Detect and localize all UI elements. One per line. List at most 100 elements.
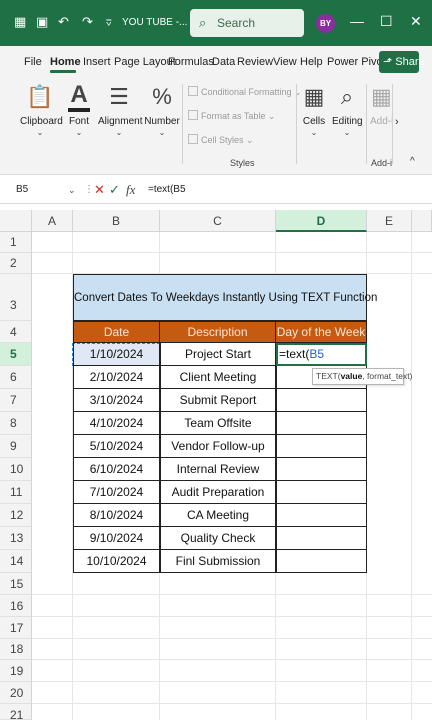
row-header[interactable]: 12 xyxy=(0,504,32,527)
row-header[interactable]: 20 xyxy=(0,682,32,704)
formula-input[interactable]: =text(B5 xyxy=(148,184,186,195)
date-cell[interactable]: 8/10/2024 xyxy=(73,504,160,527)
customize-toolbar-icon[interactable]: ⩢ xyxy=(106,18,111,29)
row-header-active[interactable]: 5 xyxy=(0,343,32,366)
day-cell[interactable] xyxy=(276,412,367,435)
editing-button[interactable]: ⌕ Editing ⌄ xyxy=(332,82,363,137)
name-box[interactable]: B5 xyxy=(16,184,28,195)
enter-icon[interactable]: ✓ xyxy=(109,182,120,198)
undo-icon[interactable]: ↶ xyxy=(58,14,69,30)
active-edit-cell[interactable]: =text(B5 xyxy=(276,343,367,366)
cells-button[interactable]: ▦ Cells ⌄ xyxy=(300,82,328,137)
save-icon[interactable]: ▣ xyxy=(36,14,48,30)
cell-styles-button[interactable]: Cell Styles ⌄ xyxy=(188,134,254,146)
day-cell[interactable] xyxy=(276,550,367,573)
day-cell[interactable] xyxy=(276,435,367,458)
date-cell[interactable]: 9/10/2024 xyxy=(73,527,160,550)
row-header[interactable]: 16 xyxy=(0,595,32,617)
row-header[interactable]: 15 xyxy=(0,573,32,595)
insert-function-icon[interactable]: fx xyxy=(126,182,135,198)
description-cell[interactable]: Quality Check xyxy=(160,527,276,550)
description-cell[interactable]: Internal Review xyxy=(160,458,276,481)
column-header-b[interactable]: B xyxy=(73,210,160,232)
description-cell[interactable]: Finl Submission xyxy=(160,550,276,573)
minimize-icon[interactable]: — xyxy=(350,13,364,29)
conditional-formatting-button[interactable]: Conditional Formatting ⌄ xyxy=(188,86,302,98)
day-cell[interactable] xyxy=(276,389,367,412)
close-icon[interactable]: ✕ xyxy=(410,13,422,30)
ribbon-scroll-right-icon[interactable]: › xyxy=(395,116,399,128)
day-cell[interactable] xyxy=(276,481,367,504)
date-cell[interactable]: 10/10/2024 xyxy=(73,550,160,573)
header-cell-date[interactable]: Date xyxy=(73,321,160,343)
row-header[interactable]: 14 xyxy=(0,550,32,573)
tab-review[interactable]: Review xyxy=(237,56,273,68)
row-header[interactable]: 1 xyxy=(0,232,32,253)
row-header[interactable]: 18 xyxy=(0,639,32,660)
number-button[interactable]: % Number ⌄ xyxy=(144,82,180,137)
row-header[interactable]: 4 xyxy=(0,321,32,343)
header-cell-day-of-week[interactable]: Day of the Week xyxy=(275,321,367,343)
alignment-button[interactable]: ☰ Alignment ⌄ xyxy=(98,82,142,137)
row-header[interactable]: 3 xyxy=(0,274,32,321)
row-header[interactable]: 8 xyxy=(0,412,32,435)
description-cell[interactable]: CA Meeting xyxy=(160,504,276,527)
tab-help[interactable]: Help xyxy=(300,56,323,68)
column-header-c[interactable]: C xyxy=(160,210,276,232)
tab-home[interactable]: Home xyxy=(50,56,81,68)
tab-formulas[interactable]: Formulas xyxy=(168,56,214,68)
column-header-e[interactable]: E xyxy=(367,210,412,232)
description-cell[interactable]: Team Offsite xyxy=(160,412,276,435)
clipboard-button[interactable]: 📋 Clipboard ⌄ xyxy=(20,82,63,137)
column-header-f[interactable] xyxy=(412,210,432,232)
description-cell[interactable]: Submit Report xyxy=(160,389,276,412)
share-button[interactable]: ⬏ Share xyxy=(379,51,425,73)
description-cell[interactable]: Audit Preparation xyxy=(160,481,276,504)
date-cell[interactable]: 2/10/2024 xyxy=(73,366,160,389)
date-cell[interactable]: 1/10/2024 xyxy=(73,343,160,366)
tab-insert[interactable]: Insert xyxy=(83,56,111,68)
tab-power-pivot[interactable]: Power Pivot xyxy=(327,56,386,68)
row-header[interactable]: 21 xyxy=(0,704,32,722)
collapse-ribbon-icon[interactable]: ^ xyxy=(410,156,415,167)
row-header[interactable]: 6 xyxy=(0,366,32,389)
font-button[interactable]: A Font ⌄ xyxy=(64,82,94,137)
cancel-icon[interactable]: ✕ xyxy=(94,182,105,198)
avatar[interactable]: BY xyxy=(316,14,335,33)
day-cell[interactable] xyxy=(276,527,367,550)
tab-page-layout[interactable]: Page Layout xyxy=(114,56,176,68)
format-as-table-button[interactable]: Format as Table ⌄ xyxy=(188,110,275,122)
name-box-dropdown-icon[interactable]: ⌄ xyxy=(68,185,76,196)
date-cell[interactable]: 3/10/2024 xyxy=(73,389,160,412)
date-cell[interactable]: 6/10/2024 xyxy=(73,458,160,481)
date-cell[interactable]: 7/10/2024 xyxy=(73,481,160,504)
date-cell[interactable]: 5/10/2024 xyxy=(73,435,160,458)
date-cell[interactable]: 4/10/2024 xyxy=(73,412,160,435)
row-header[interactable]: 10 xyxy=(0,458,32,481)
tab-view[interactable]: View xyxy=(273,56,297,68)
row-header[interactable]: 19 xyxy=(0,660,32,682)
select-all-corner[interactable] xyxy=(0,210,32,232)
addins-button[interactable]: ▦ Add-i xyxy=(370,82,393,127)
search-box[interactable]: ⌕ Search xyxy=(190,9,304,37)
column-header-a[interactable]: A xyxy=(32,210,73,232)
column-header-d[interactable]: D xyxy=(276,210,367,232)
redo-icon[interactable]: ↷ xyxy=(82,14,93,30)
row-header[interactable]: 7 xyxy=(0,389,32,412)
tooltip-current-argument[interactable]: value xyxy=(341,371,363,381)
table-title-cell[interactable]: Convert Dates To Weekdays Instantly Usin… xyxy=(73,274,377,321)
row-header[interactable]: 2 xyxy=(0,253,32,274)
tab-file[interactable]: File xyxy=(24,56,42,68)
row-header[interactable]: 13 xyxy=(0,527,32,550)
description-cell[interactable]: Client Meeting xyxy=(160,366,276,389)
description-cell[interactable]: Project Start xyxy=(160,343,276,366)
day-cell[interactable] xyxy=(276,458,367,481)
maximize-icon[interactable]: ☐ xyxy=(380,13,393,30)
row-header[interactable]: 17 xyxy=(0,617,32,639)
description-cell[interactable]: Vendor Follow-up xyxy=(160,435,276,458)
row-header[interactable]: 11 xyxy=(0,481,32,504)
row-header[interactable]: 9 xyxy=(0,435,32,458)
header-cell-description[interactable]: Description xyxy=(159,321,276,343)
tab-data[interactable]: Data xyxy=(212,56,235,68)
day-cell[interactable] xyxy=(276,504,367,527)
